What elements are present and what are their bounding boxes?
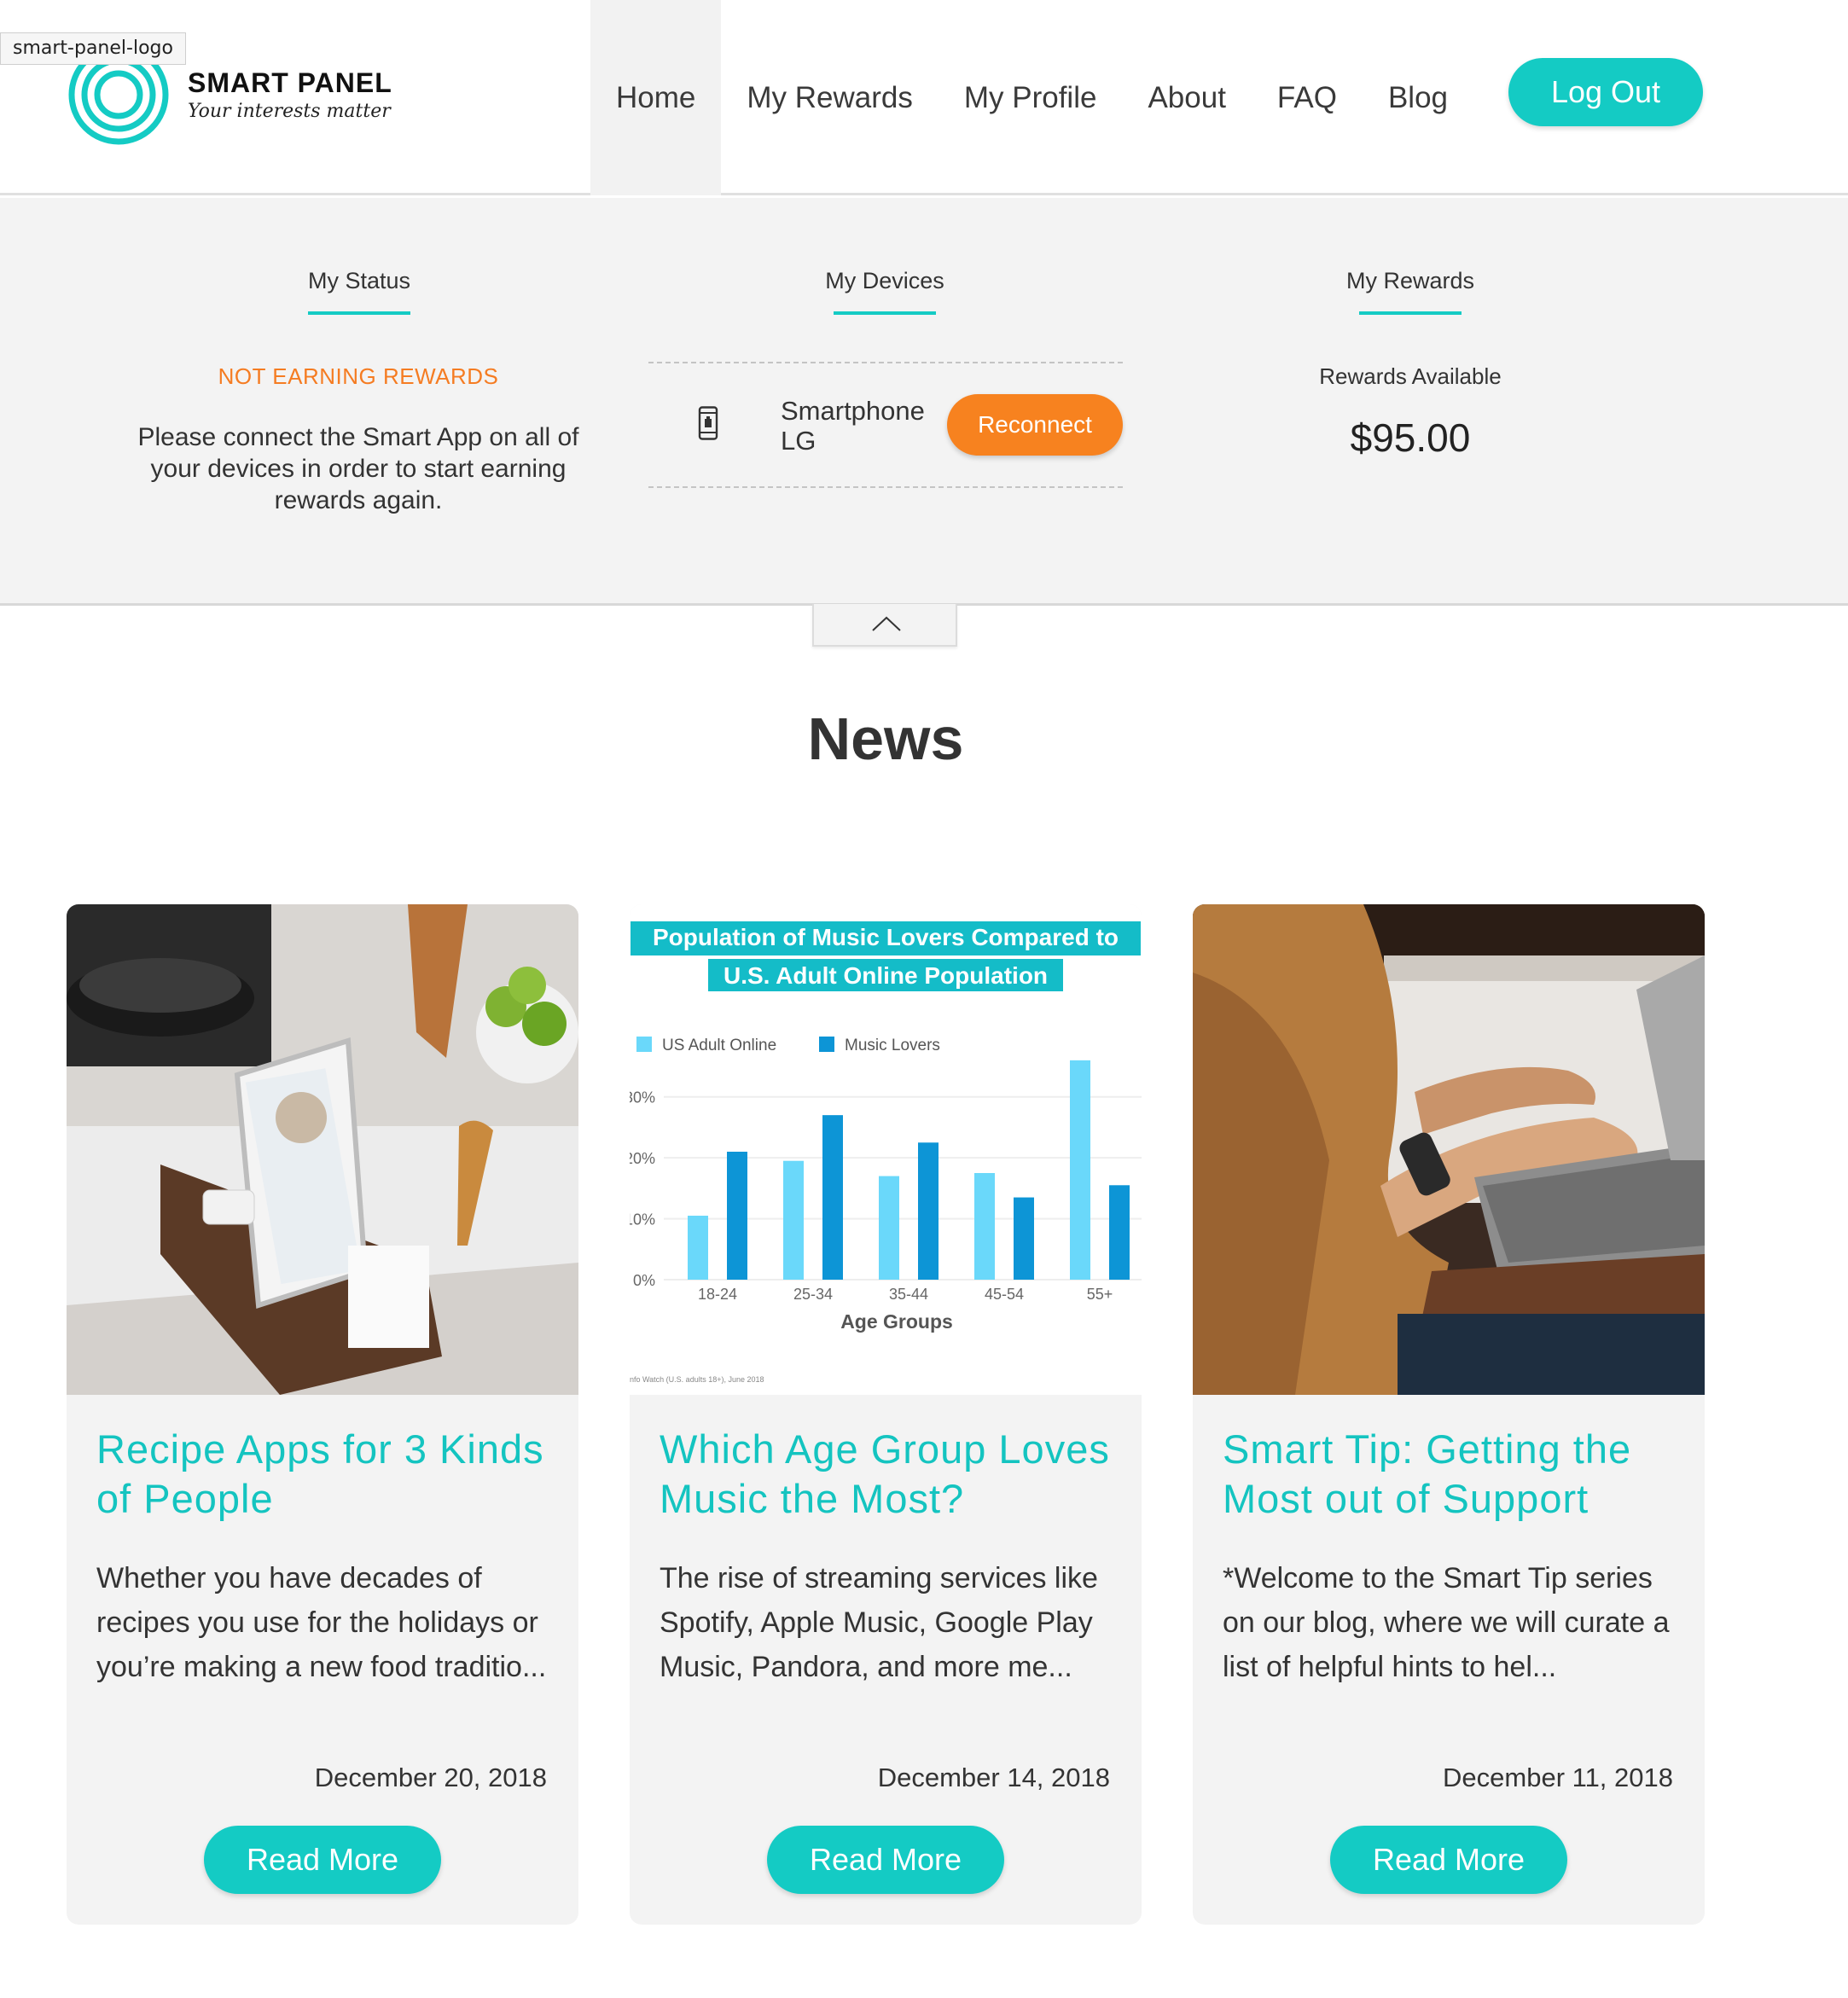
nav-about[interactable]: About [1122,0,1251,195]
article-date: December 11, 2018 [1443,1763,1673,1792]
y-tick-label: 20% [630,1150,655,1167]
chart-title-line: Population of Music Lovers Compared to [653,924,1119,950]
y-tick-label: 30% [630,1089,655,1106]
logout-button[interactable]: Log Out [1508,58,1703,126]
brand-name: SMART PANEL [188,67,392,98]
article-date: December 20, 2018 [314,1763,547,1792]
bar-us-adult-online [688,1216,708,1280]
legend-swatch [636,1037,652,1052]
nav-blog[interactable]: Blog [1363,0,1473,195]
legend-swatch [819,1037,834,1052]
article-title[interactable]: Smart Tip: Getting the Most out of Suppo… [1223,1425,1683,1524]
news-card: Recipe Apps for 3 Kinds of People Whethe… [67,904,578,1925]
legend-label: US Adult Online [662,1037,776,1054]
y-tick-label: 10% [630,1211,655,1228]
article-title[interactable]: Which Age Group Loves Music the Most? [660,1425,1120,1524]
bar-us-adult-online [783,1160,804,1280]
chevron-up-icon [872,616,901,631]
article-excerpt: Whether you have decades of recipes you … [96,1562,547,1683]
chart-title-line: U.S. Adult Online Population [724,962,1048,989]
y-tick-label: 0% [633,1272,655,1289]
bar-us-adult-online [974,1173,995,1280]
nav-faq[interactable]: FAQ [1252,0,1363,195]
read-more-button[interactable]: Read More [1330,1826,1567,1894]
device-name: Smartphone LG [781,396,925,456]
article-date: December 14, 2018 [877,1763,1110,1792]
kitchen-photo-illustration [67,904,578,1395]
chart-source-note: nfo Watch (U.S. adults 18+), June 2018 [630,1375,764,1384]
bar-chart: Population of Music Lovers Compared to U… [630,921,1142,1384]
legend-label: Music Lovers [845,1037,940,1054]
article-excerpt: *Welcome to the Smart Tip series on our … [1223,1562,1670,1683]
rewards-label: Rewards Available [1319,363,1502,389]
bar-music-lovers [1109,1185,1130,1280]
top-navbar: smart-panel-logo SMART PANEL Your intere… [0,0,1848,195]
x-axis-label: Age Groups [840,1310,953,1333]
news-card: Population of Music Lovers Compared to U… [630,904,1142,1925]
reconnect-button[interactable]: Reconnect [947,394,1123,456]
x-tick-label: 45-54 [985,1286,1024,1303]
logo-tooltip: smart-panel-logo [0,32,186,65]
bar-music-lovers [918,1142,939,1280]
my-status-heading: My Status [231,268,487,315]
bar-music-lovers [1014,1197,1034,1280]
bar-music-lovers [822,1115,843,1280]
article-title[interactable]: Recipe Apps for 3 Kinds of People [96,1425,557,1524]
main-nav: Home My Rewards My Profile About FAQ Blo… [590,0,1473,195]
bar-music-lovers [727,1152,747,1280]
smartphone-icon [698,406,718,440]
article-excerpt: The rise of streaming services like Spot… [660,1562,1098,1683]
bar-us-adult-online [1070,1060,1090,1280]
device-row: Smartphone LG Reconnect [648,362,1123,488]
collapse-panel-button[interactable] [812,604,957,647]
nav-home[interactable]: Home [590,0,722,195]
laptop-typing-photo[interactable] [1193,904,1705,1395]
read-more-button[interactable]: Read More [767,1826,1004,1894]
nav-my-rewards[interactable]: My Rewards [721,0,938,195]
rewards-value: $95.00 [1350,415,1471,460]
dashboard-panel: My Status NOT EARNING REWARDS Please con… [0,198,1848,606]
laptop-photo-illustration [1193,904,1705,1395]
nav-my-profile[interactable]: My Profile [939,0,1123,195]
my-rewards-heading: My Rewards [1282,268,1538,315]
my-devices-heading: My Devices [757,268,1013,315]
x-tick-label: 18-24 [698,1286,737,1303]
status-state: NOT EARNING REWARDS [218,363,499,389]
x-tick-label: 35-44 [889,1286,928,1303]
status-message: Please connect the Smart App on all of y… [137,423,579,514]
kitchen-tablet-photo[interactable] [67,904,578,1395]
x-tick-label: 55+ [1087,1286,1113,1303]
bar-us-adult-online [879,1176,899,1280]
news-card: Smart Tip: Getting the Most out of Suppo… [1193,904,1705,1925]
music-lovers-chart[interactable]: Population of Music Lovers Compared to U… [630,904,1142,1395]
logo-text: SMART PANEL Your interests matter [188,67,392,122]
read-more-button[interactable]: Read More [204,1826,441,1894]
x-tick-label: 25-34 [793,1286,833,1303]
brand-tagline: Your interests matter [188,101,391,122]
news-heading: News [807,706,964,772]
